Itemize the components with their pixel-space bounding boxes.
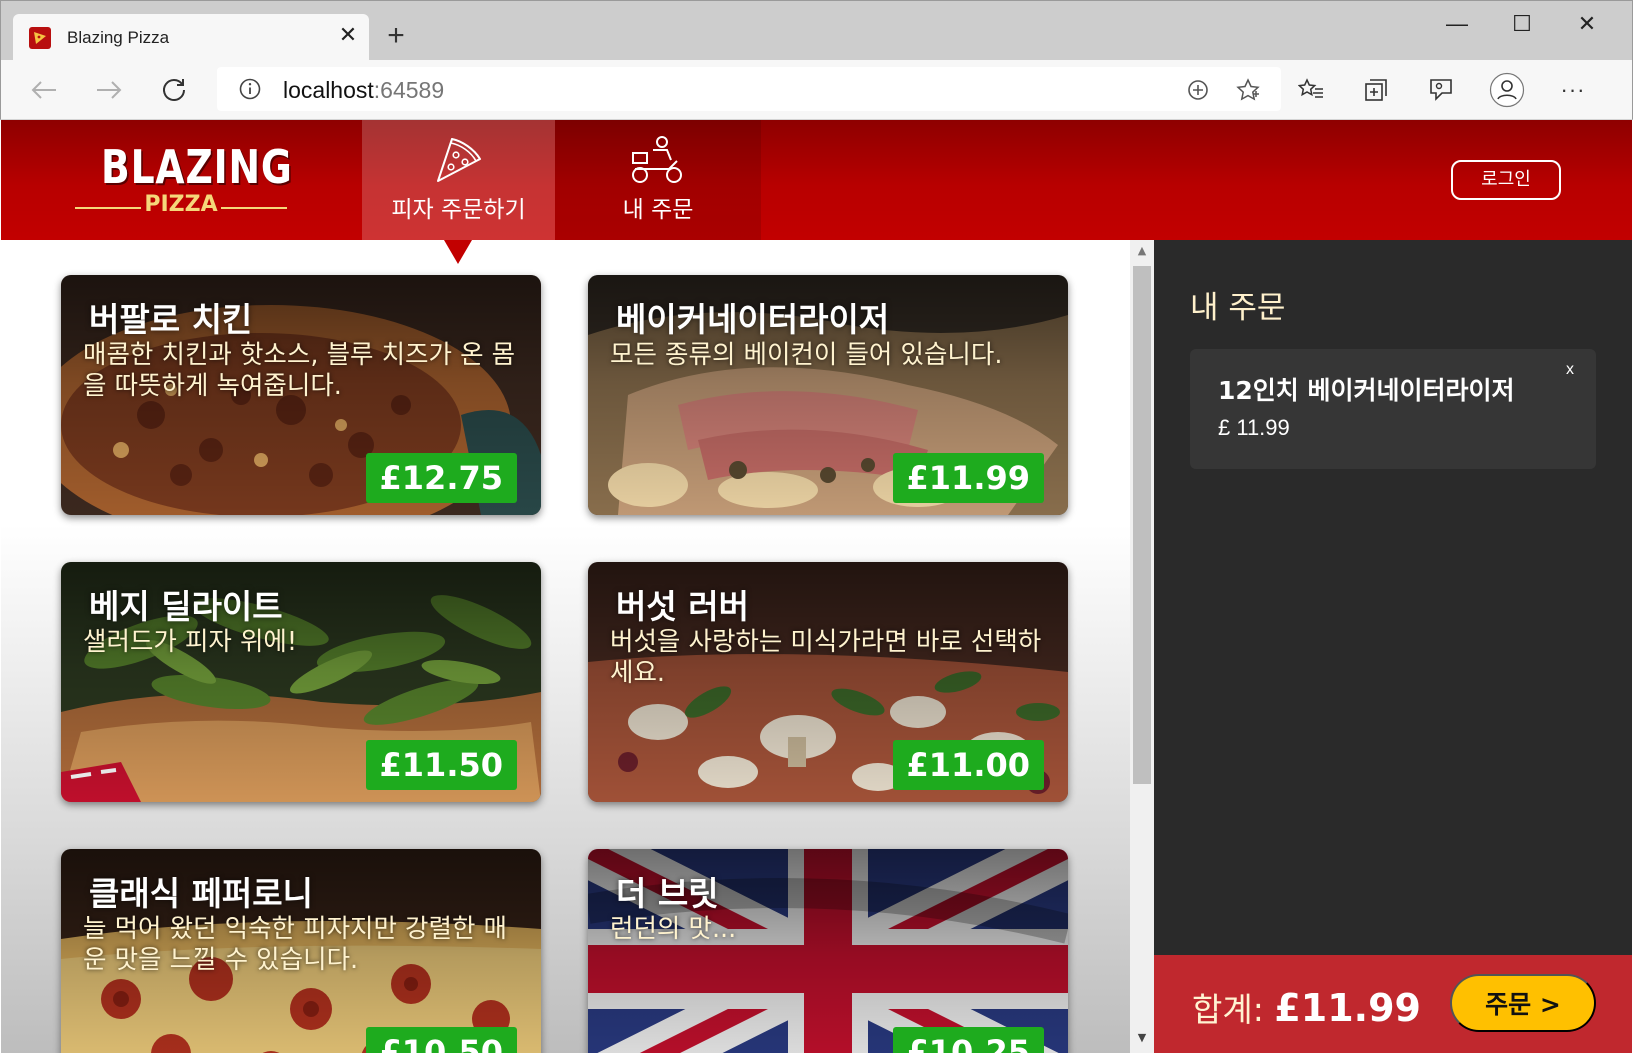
tab-close-icon[interactable]: ✕ [337, 25, 359, 47]
pizza-description: 모든 종류의 베이컨이 들어 있습니다. [610, 340, 1003, 370]
pizza-name: 버섯 러버 [616, 587, 749, 626]
total-label: 합계: [1192, 990, 1275, 1029]
browser-tab-strip: Blazing Pizza ✕ + — ☐ ✕ [0, 0, 1633, 61]
order-item-price: £ 11.99 [1218, 415, 1290, 440]
pizza-price: £10.50 [365, 1027, 517, 1053]
pizza-name: 베이커네이터라이저 [616, 300, 890, 339]
pizza-description: 늘 먹어 왔던 익숙한 피자지만 강렬한 매운 맛을 느낄 수 있습니다. [83, 914, 507, 975]
pizza-favicon-icon [29, 27, 51, 49]
total-value: £11.99 [1274, 986, 1421, 1030]
forward-arrow-icon [97, 81, 122, 99]
url-port: :64589 [373, 77, 445, 103]
pizza-name: 베지 딜라이트 [89, 587, 283, 626]
feedback-icon[interactable] [1423, 72, 1459, 108]
menu-scrollbar[interactable]: ▲ ▼ [1130, 240, 1154, 1053]
more-menu-icon[interactable]: ··· [1555, 72, 1591, 108]
order-total: 합계: £11.99 [1192, 983, 1421, 1031]
nav-tab-my-orders[interactable]: 내 주문 [555, 120, 761, 240]
pizza-description: 매콤한 치킨과 핫소스, 블루 치즈가 온 몸을 따뜻하게 녹여줍니다. [83, 340, 516, 401]
nav-tab-label: 피자 주문하기 [391, 197, 526, 223]
pizza-card[interactable]: 더 브릿 런던의 맛... £10.25 [588, 849, 1068, 1053]
forward-button[interactable] [90, 71, 128, 109]
pizza-price: £10.25 [892, 1027, 1044, 1053]
pizza-name: 클래식 페퍼로니 [89, 874, 314, 913]
app-header: BLAZING PIZZA 피자 주문하기 내 주문 로그인 [1, 120, 1632, 240]
place-order-button[interactable]: 주문 > [1450, 974, 1596, 1032]
tab-title: Blazing Pizza [67, 28, 170, 47]
pizza-slice-icon [437, 138, 482, 182]
pizza-card[interactable]: 클래식 페퍼로니 늘 먹어 왔던 익숙한 피자지만 강렬한 매운 맛을 느낄 수… [61, 849, 541, 1053]
order-sidebar: 내 주문 12인치 베이커네이터라이저 £ 11.99 x 합계: £11.99… [1154, 240, 1632, 1053]
pizza-description: 런던의 맛... [610, 914, 737, 944]
collections-icon[interactable] [1358, 72, 1394, 108]
pizza-price: £11.00 [892, 740, 1044, 790]
order-item-name: 12인치 베이커네이터라이저 [1218, 376, 1515, 405]
maximize-button[interactable]: ☐ [1497, 9, 1547, 39]
logo-line-right [221, 207, 287, 209]
scroll-thumb[interactable] [1133, 266, 1151, 784]
info-icon[interactable] [239, 78, 261, 100]
new-tab-button[interactable]: + [381, 21, 411, 51]
nav-tab-label: 내 주문 [622, 197, 694, 223]
nav-tab-order-pizza[interactable]: 피자 주문하기 [362, 120, 555, 240]
favorite-star-icon[interactable] [1235, 77, 1261, 103]
pizza-menu: 버팔로 치킨 매콤한 치킨과 핫소스, 블루 치즈가 온 몸을 따뜻하게 녹여줍… [1, 240, 1130, 1053]
url-text[interactable]: localhost:64589 [283, 77, 444, 104]
pizza-name: 버팔로 치킨 [89, 300, 253, 339]
pizza-name: 더 브릿 [616, 874, 719, 913]
close-window-button[interactable]: ✕ [1562, 9, 1612, 39]
scroll-up-arrow-icon[interactable]: ▲ [1130, 244, 1154, 260]
minimize-button[interactable]: — [1432, 9, 1482, 39]
active-tab-pointer [444, 240, 472, 264]
pizza-card[interactable]: 버섯 러버 버섯을 사랑하는 미식가라면 바로 선택하세요. £11.00 [588, 562, 1068, 802]
browser-toolbar: localhost:64589 ··· [0, 60, 1633, 120]
pizza-description: 샐러드가 피자 위에! [83, 627, 298, 657]
pizza-price: £11.50 [365, 740, 517, 790]
address-bar[interactable]: localhost:64589 [217, 67, 1281, 111]
browser-tab[interactable]: Blazing Pizza ✕ [13, 14, 369, 61]
pizza-description: 버섯을 사랑하는 미식가라면 바로 선택하세요. [610, 627, 1042, 688]
logo-sub-text: PIZZA [144, 192, 218, 217]
pizza-price: £12.75 [365, 453, 517, 503]
profile-avatar-icon[interactable] [1489, 72, 1525, 108]
back-arrow-icon [31, 81, 56, 99]
refresh-button[interactable] [155, 71, 193, 109]
blazing-pizza-logo[interactable]: BLAZING PIZZA [75, 140, 292, 220]
refresh-icon [163, 79, 185, 101]
url-host: localhost [283, 77, 374, 103]
order-title: 내 주문 [1190, 290, 1286, 326]
delivery-bike-icon [632, 136, 682, 183]
pizza-card[interactable]: 베이커네이터라이저 모든 종류의 베이컨이 들어 있습니다. £11.99 [588, 275, 1068, 515]
logo-main-text: BLAZING [101, 140, 293, 194]
pizza-price: £11.99 [892, 453, 1044, 503]
remove-item-icon[interactable]: x [1566, 361, 1574, 379]
login-button[interactable]: 로그인 [1451, 160, 1561, 200]
back-button[interactable] [25, 71, 63, 109]
scroll-down-arrow-icon[interactable]: ▼ [1130, 1031, 1154, 1047]
add-app-icon[interactable] [1185, 77, 1211, 103]
favorites-icon[interactable] [1293, 72, 1329, 108]
pizza-card[interactable]: 베지 딜라이트 샐러드가 피자 위에! £11.50 [61, 562, 541, 802]
order-item: 12인치 베이커네이터라이저 £ 11.99 x [1190, 349, 1596, 469]
order-footer: 합계: £11.99 주문 > [1154, 955, 1632, 1053]
pizza-card[interactable]: 버팔로 치킨 매콤한 치킨과 핫소스, 블루 치즈가 온 몸을 따뜻하게 녹여줍… [61, 275, 541, 515]
